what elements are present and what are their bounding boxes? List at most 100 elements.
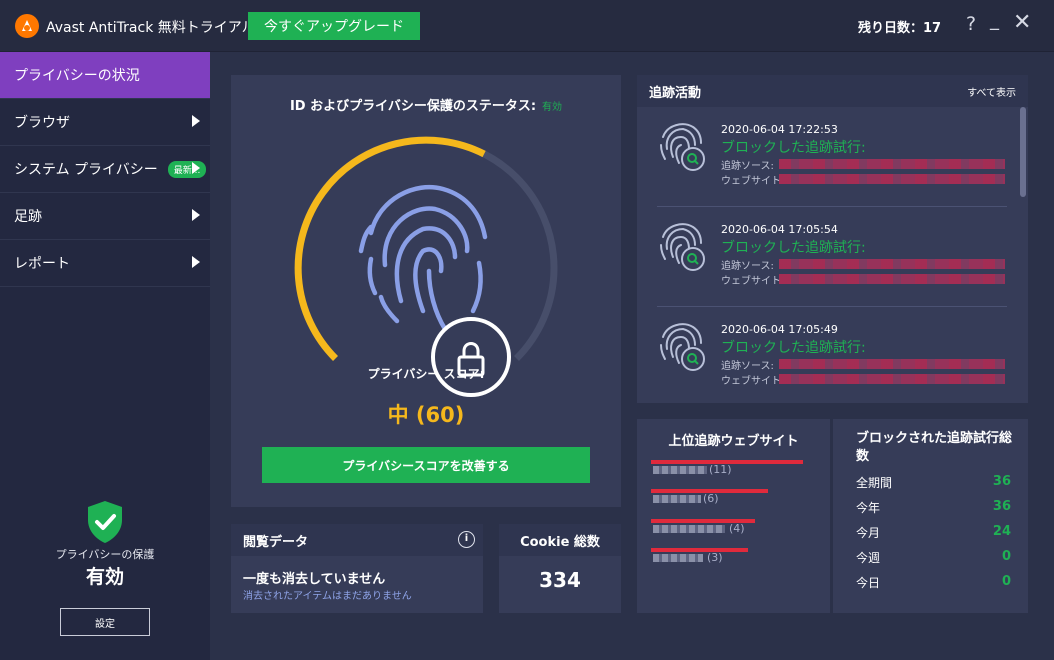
fingerprint-search-icon	[660, 123, 705, 171]
tracking-scrollbar[interactable]	[1020, 107, 1026, 197]
privacy-score-gauge	[294, 136, 558, 397]
tracking-entry: 2020-06-04 17:05:49 ブロックした追跡試行: 追跡ソース: ウ…	[657, 311, 1007, 407]
protection-status: 有効	[85, 566, 124, 588]
blocked-row: 全期間 36	[856, 474, 1011, 491]
cookie-title: Cookie 総数	[520, 534, 600, 550]
tracking-header: 追跡活動 すべて表示	[637, 75, 1028, 107]
sidebar-item-label: ブラウザ	[14, 115, 70, 131]
tracking-title: 追跡活動	[649, 85, 702, 101]
tracking-site-label: ウェブサイト	[721, 276, 781, 287]
sidebar-item-browser[interactable]: ブラウザ	[0, 99, 210, 146]
blocked-title: ブロックされた追跡試行総数	[856, 431, 1013, 464]
blocked-row-label: 今年	[856, 501, 881, 515]
browsing-data-header: 閲覧データ i	[231, 524, 483, 556]
fingerprint-icon	[358, 184, 488, 332]
tracking-site-label: ウェブサイト	[721, 376, 781, 387]
browsing-data-status: 一度も消去していません	[243, 572, 386, 587]
blocked-attempts-panel: ブロックされた追跡試行総数 全期間 36 今年 36 今月 24 今週 0 今日…	[833, 419, 1028, 613]
tracking-source-label: 追跡ソース:	[721, 261, 774, 272]
redacted-source	[779, 259, 1005, 269]
chevron-right-icon	[192, 256, 200, 268]
tracking-site-label: ウェブサイト	[721, 176, 781, 187]
show-all-link[interactable]: すべて表示	[967, 84, 1016, 99]
sidebar-item-privacy-status[interactable]: プライバシーの状況	[0, 52, 210, 99]
chevron-right-icon	[192, 162, 200, 174]
new-badge: 最新...	[167, 160, 207, 178]
cookie-panel: Cookie 総数 334	[499, 524, 621, 613]
blocked-row-label: 今週	[856, 551, 881, 565]
tracking-time: 2020-06-04 17:05:54	[721, 223, 838, 236]
protection-label: プライバシーの保護	[55, 548, 155, 561]
fingerprint-search-icon	[660, 223, 705, 271]
privacy-score-value: 中 (60)	[387, 403, 465, 427]
top-site-item[interactable]: (11)	[651, 460, 803, 476]
top-site-count: (4)	[729, 522, 745, 535]
redacted-site	[779, 174, 1005, 184]
sidebar-item-label: プライバシーの状況	[14, 68, 140, 84]
redacted-site-name	[653, 466, 707, 474]
tracking-entry: 2020-06-04 17:22:53 ブロックした追跡試行: 追跡ソース: ウ…	[657, 111, 1007, 207]
top-site-item[interactable]: (3)	[651, 548, 748, 564]
top-site-count: (3)	[707, 551, 723, 564]
sidebar-item-footprints[interactable]: 足跡	[0, 193, 210, 240]
blocked-row-value: 24	[992, 524, 1011, 539]
status-title: ID およびプライバシー保護のステータス: 有効	[231, 95, 621, 114]
blocked-row: 今月 24	[856, 524, 1011, 541]
sidebar-item-system-privacy[interactable]: システム プライバシー 最新...	[0, 146, 210, 193]
close-icon[interactable]: ✕	[1013, 10, 1031, 35]
help-icon[interactable]: ?	[966, 13, 976, 35]
redacted-site	[779, 274, 1005, 284]
blocked-row-label: 今月	[856, 526, 881, 540]
tracking-time: 2020-06-04 17:05:49	[721, 323, 838, 336]
sidebar: プライバシーの状況 ブラウザ システム プライバシー 最新... 足跡 レポート…	[0, 52, 210, 660]
cookie-count: 334	[539, 568, 581, 592]
sidebar-item-label: 足跡	[14, 209, 42, 225]
tracking-status: ブロックした追跡試行:	[721, 240, 866, 256]
redacted-source	[779, 359, 1005, 369]
browsing-data-panel: 閲覧データ i 一度も消去していません 消去されたアイテムはまだありません	[231, 524, 483, 613]
blocked-row: 今週 0	[856, 549, 1011, 566]
avast-logo-icon	[15, 14, 39, 38]
minimize-icon[interactable]: _	[990, 10, 999, 31]
top-site-item[interactable]: (6)	[651, 489, 768, 505]
top-site-item[interactable]: (4)	[651, 519, 755, 535]
redacted-site	[779, 374, 1005, 384]
top-site-count: (6)	[703, 492, 719, 505]
top-site-count: (11)	[709, 463, 732, 476]
status-badge: 有効	[542, 102, 563, 113]
shield-check-icon	[88, 501, 122, 543]
tracking-source-label: 追跡ソース:	[721, 361, 774, 372]
top-tracking-sites-panel: 上位追跡ウェブサイト (11) (6) (4) (3)	[637, 419, 830, 613]
redacted-site-name	[653, 495, 701, 503]
info-icon[interactable]: i	[458, 531, 475, 548]
sidebar-item-label: システム プライバシー	[14, 162, 158, 178]
app-title: Avast AntiTrack 無料トライアル	[46, 20, 256, 36]
tracking-source-label: 追跡ソース:	[721, 161, 774, 172]
browsing-data-title: 閲覧データ	[243, 534, 309, 550]
redacted-source	[779, 159, 1005, 169]
upgrade-button[interactable]: 今すぐアップグレード	[248, 12, 420, 40]
blocked-row-value: 36	[992, 474, 1011, 489]
top-site-bar	[651, 548, 748, 552]
blocked-row-value: 36	[992, 499, 1011, 514]
privacy-score-label: プライバシー スコア:	[367, 367, 485, 381]
fingerprint-search-icon	[660, 323, 705, 371]
settings-button[interactable]: 設定	[60, 608, 150, 636]
improve-score-button[interactable]: プライバシースコアを改善する	[262, 447, 590, 483]
tracking-status: ブロックした追跡試行:	[721, 140, 866, 156]
title-bar: Avast AntiTrack 無料トライアル 今すぐアップグレード 残り日数：…	[0, 0, 1054, 52]
blocked-row: 今日 0	[856, 574, 1011, 591]
blocked-row-label: 今日	[856, 576, 881, 590]
tracking-entry: 2020-06-04 17:05:54 ブロックした追跡試行: 追跡ソース: ウ…	[657, 211, 1007, 307]
redacted-site-name	[653, 554, 703, 562]
blocked-row-value: 0	[1001, 549, 1011, 564]
chevron-right-icon	[192, 115, 200, 127]
blocked-row-label: 全期間	[856, 476, 893, 490]
sidebar-item-reports[interactable]: レポート	[0, 240, 210, 287]
blocked-row-value: 0	[1001, 574, 1011, 589]
status-title-text: ID およびプライバシー保護のステータス:	[289, 99, 537, 114]
redacted-site-name	[653, 525, 725, 533]
browsing-data-sub: 消去されたアイテムはまだありません	[243, 591, 412, 602]
privacy-status-panel: ID およびプライバシー保護のステータス: 有効 プライバシー スコア: 中 (6…	[231, 75, 621, 507]
chevron-right-icon	[192, 209, 200, 221]
